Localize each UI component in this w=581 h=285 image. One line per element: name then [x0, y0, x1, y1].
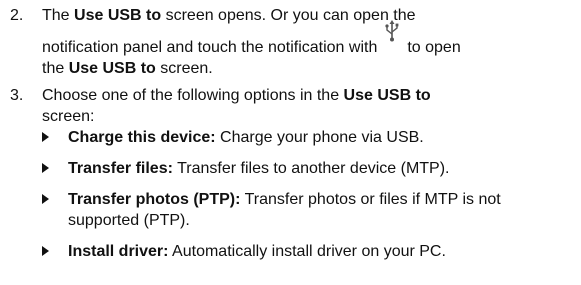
list-item: Charge this device: Charge your phone vi…	[42, 127, 572, 148]
triangle-bullet-icon	[42, 246, 49, 256]
step-line: screen:	[42, 106, 575, 127]
option-label: Install driver:	[68, 243, 169, 260]
option-description: Automatically install driver on your PC.	[168, 243, 446, 260]
step-text: the	[42, 60, 69, 77]
screen-name: Use USB to	[343, 87, 431, 104]
option-label: Charge this device:	[68, 129, 216, 146]
list-item: Transfer photos (PTP): Transfer photos o…	[42, 189, 572, 231]
step-text: screen.	[155, 60, 213, 77]
step-3: 3. Choose one of the following options i…	[10, 85, 575, 127]
option-text: Transfer files: Transfer files to anothe…	[68, 158, 572, 179]
step-text: screen opens. Or you can open the	[161, 7, 416, 24]
step-text: The	[42, 7, 75, 24]
screen-name: Use USB to	[74, 7, 162, 24]
option-label: Transfer files:	[68, 160, 173, 177]
step-number: 3.	[10, 87, 24, 104]
triangle-bullet-icon	[42, 132, 49, 142]
triangle-bullet-icon	[42, 194, 49, 204]
step-number: 2.	[10, 7, 24, 24]
step-body: The Use USB to screen opens. Or you can …	[42, 5, 575, 79]
screen-name: Use USB to	[68, 60, 156, 77]
step-line: the Use USB to screen.	[42, 58, 575, 79]
step-text: notification panel and touch the notific…	[42, 39, 378, 56]
option-text: Transfer photos (PTP): Transfer photos o…	[68, 189, 572, 231]
step-line: notification panel and touch the notific…	[42, 20, 575, 58]
option-description: Charge your phone via USB.	[215, 129, 424, 146]
list-item: Install driver: Automatically install dr…	[42, 241, 572, 262]
step-text: to open	[407, 39, 461, 56]
step-line: Choose one of the following options in t…	[42, 85, 575, 106]
triangle-bullet-icon	[42, 163, 49, 173]
usb-icon	[385, 20, 399, 42]
option-label: Transfer photos (PTP):	[68, 191, 241, 208]
step-2: 2. The Use USB to screen opens. Or you c…	[10, 5, 575, 79]
step-text: screen:	[42, 108, 95, 125]
option-text: Charge this device: Charge your phone vi…	[68, 127, 572, 148]
step-text: Choose one of the following options in t…	[42, 87, 344, 104]
step-body: Choose one of the following options in t…	[42, 85, 575, 127]
option-text: Install driver: Automatically install dr…	[68, 241, 572, 262]
step-line: The Use USB to screen opens. Or you can …	[42, 5, 575, 26]
document-page: 2. The Use USB to screen opens. Or you c…	[0, 0, 581, 285]
list-item: Transfer files: Transfer files to anothe…	[42, 158, 572, 179]
option-description: Transfer files to another device (MTP).	[172, 160, 450, 177]
